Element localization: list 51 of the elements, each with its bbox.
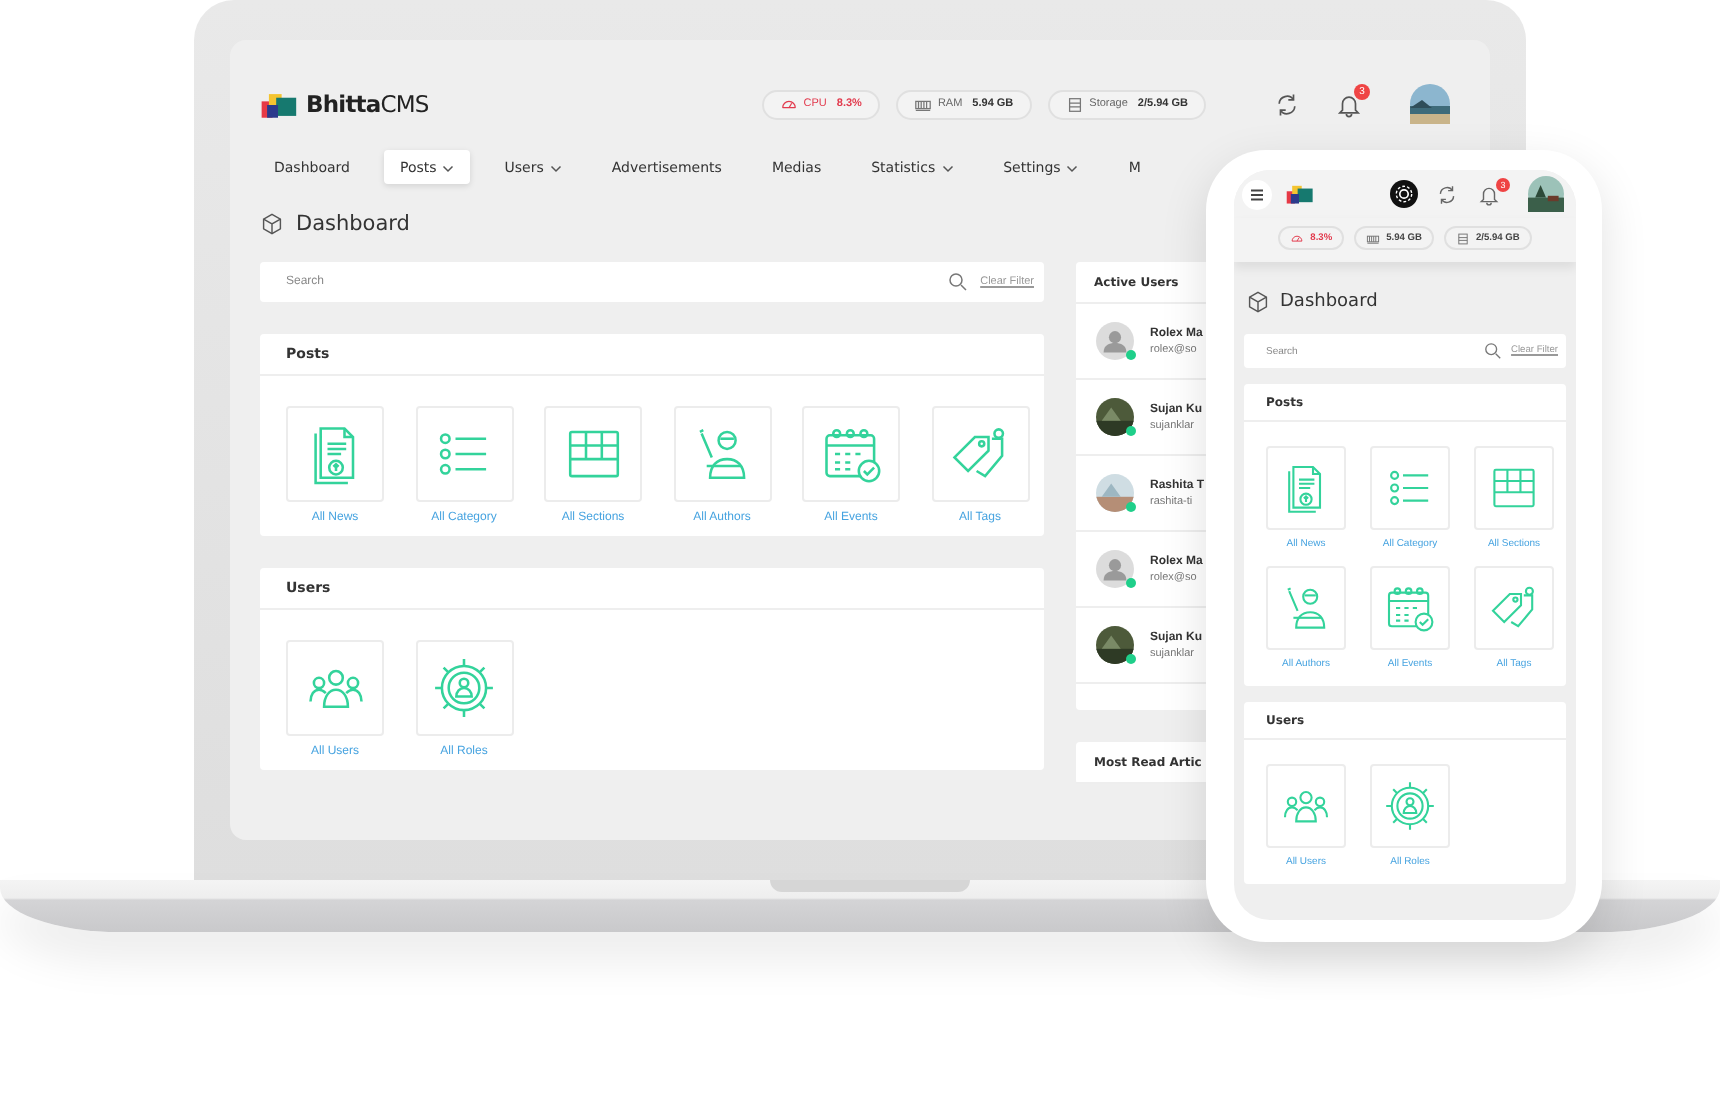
- online-dot: [1126, 654, 1136, 664]
- caret-icon: [549, 161, 562, 173]
- refresh-icon[interactable]: [1274, 91, 1300, 117]
- cube-icon: [260, 212, 284, 236]
- tile-button[interactable]: [802, 406, 900, 502]
- gauge-icon: [1290, 231, 1305, 245]
- tile-button[interactable]: [1266, 566, 1346, 650]
- page-title: Dashboard: [296, 212, 410, 236]
- caret-icon: [941, 161, 954, 173]
- bell-icon[interactable]: [1336, 91, 1362, 117]
- gear-person-icon: [1382, 778, 1438, 834]
- tile-button[interactable]: [1266, 446, 1346, 530]
- tile-button[interactable]: [1474, 446, 1554, 530]
- online-dot: [1126, 350, 1136, 360]
- tile-button[interactable]: [931, 406, 1029, 502]
- online-dot: [1126, 426, 1136, 436]
- logo-icon: [258, 91, 298, 117]
- tile-button[interactable]: [544, 406, 642, 502]
- tile-button[interactable]: [286, 406, 384, 502]
- online-dot: [1126, 578, 1136, 588]
- logo-icon: [1284, 184, 1314, 204]
- avatar-icon: [1096, 550, 1134, 588]
- bell-icon[interactable]: [1478, 183, 1500, 205]
- tile-button[interactable]: [415, 640, 513, 736]
- menu-icon: [1248, 185, 1266, 203]
- caret-icon: [1066, 161, 1079, 173]
- tile-button[interactable]: [1370, 566, 1450, 650]
- cube-icon: [1246, 290, 1270, 314]
- gear-person-icon: [430, 654, 498, 722]
- tile-button[interactable]: [673, 406, 771, 502]
- caret-icon: [442, 161, 455, 173]
- page-title: Dashboard: [1280, 292, 1378, 312]
- tile-button[interactable]: [1370, 764, 1450, 848]
- server-icon: [1065, 95, 1084, 113]
- search-icon[interactable]: [1483, 342, 1502, 360]
- search-icon[interactable]: [948, 272, 969, 292]
- tile-button[interactable]: [286, 640, 384, 736]
- tile-button[interactable]: [415, 406, 513, 502]
- menu-button[interactable]: [1242, 179, 1272, 209]
- tile-button[interactable]: [1266, 764, 1346, 848]
- server-icon: [1455, 231, 1470, 245]
- gauge-icon: [779, 95, 798, 113]
- brand-name: BhittaCMS: [306, 90, 429, 118]
- avatar-icon: [1096, 322, 1134, 360]
- online-dot: [1126, 502, 1136, 512]
- tile-button[interactable]: [1474, 566, 1554, 650]
- refresh-icon[interactable]: [1436, 183, 1458, 205]
- memory-icon: [1366, 231, 1381, 245]
- tile-button[interactable]: [1370, 446, 1450, 530]
- settings-icon[interactable]: [1390, 180, 1418, 208]
- memory-icon: [913, 95, 932, 113]
